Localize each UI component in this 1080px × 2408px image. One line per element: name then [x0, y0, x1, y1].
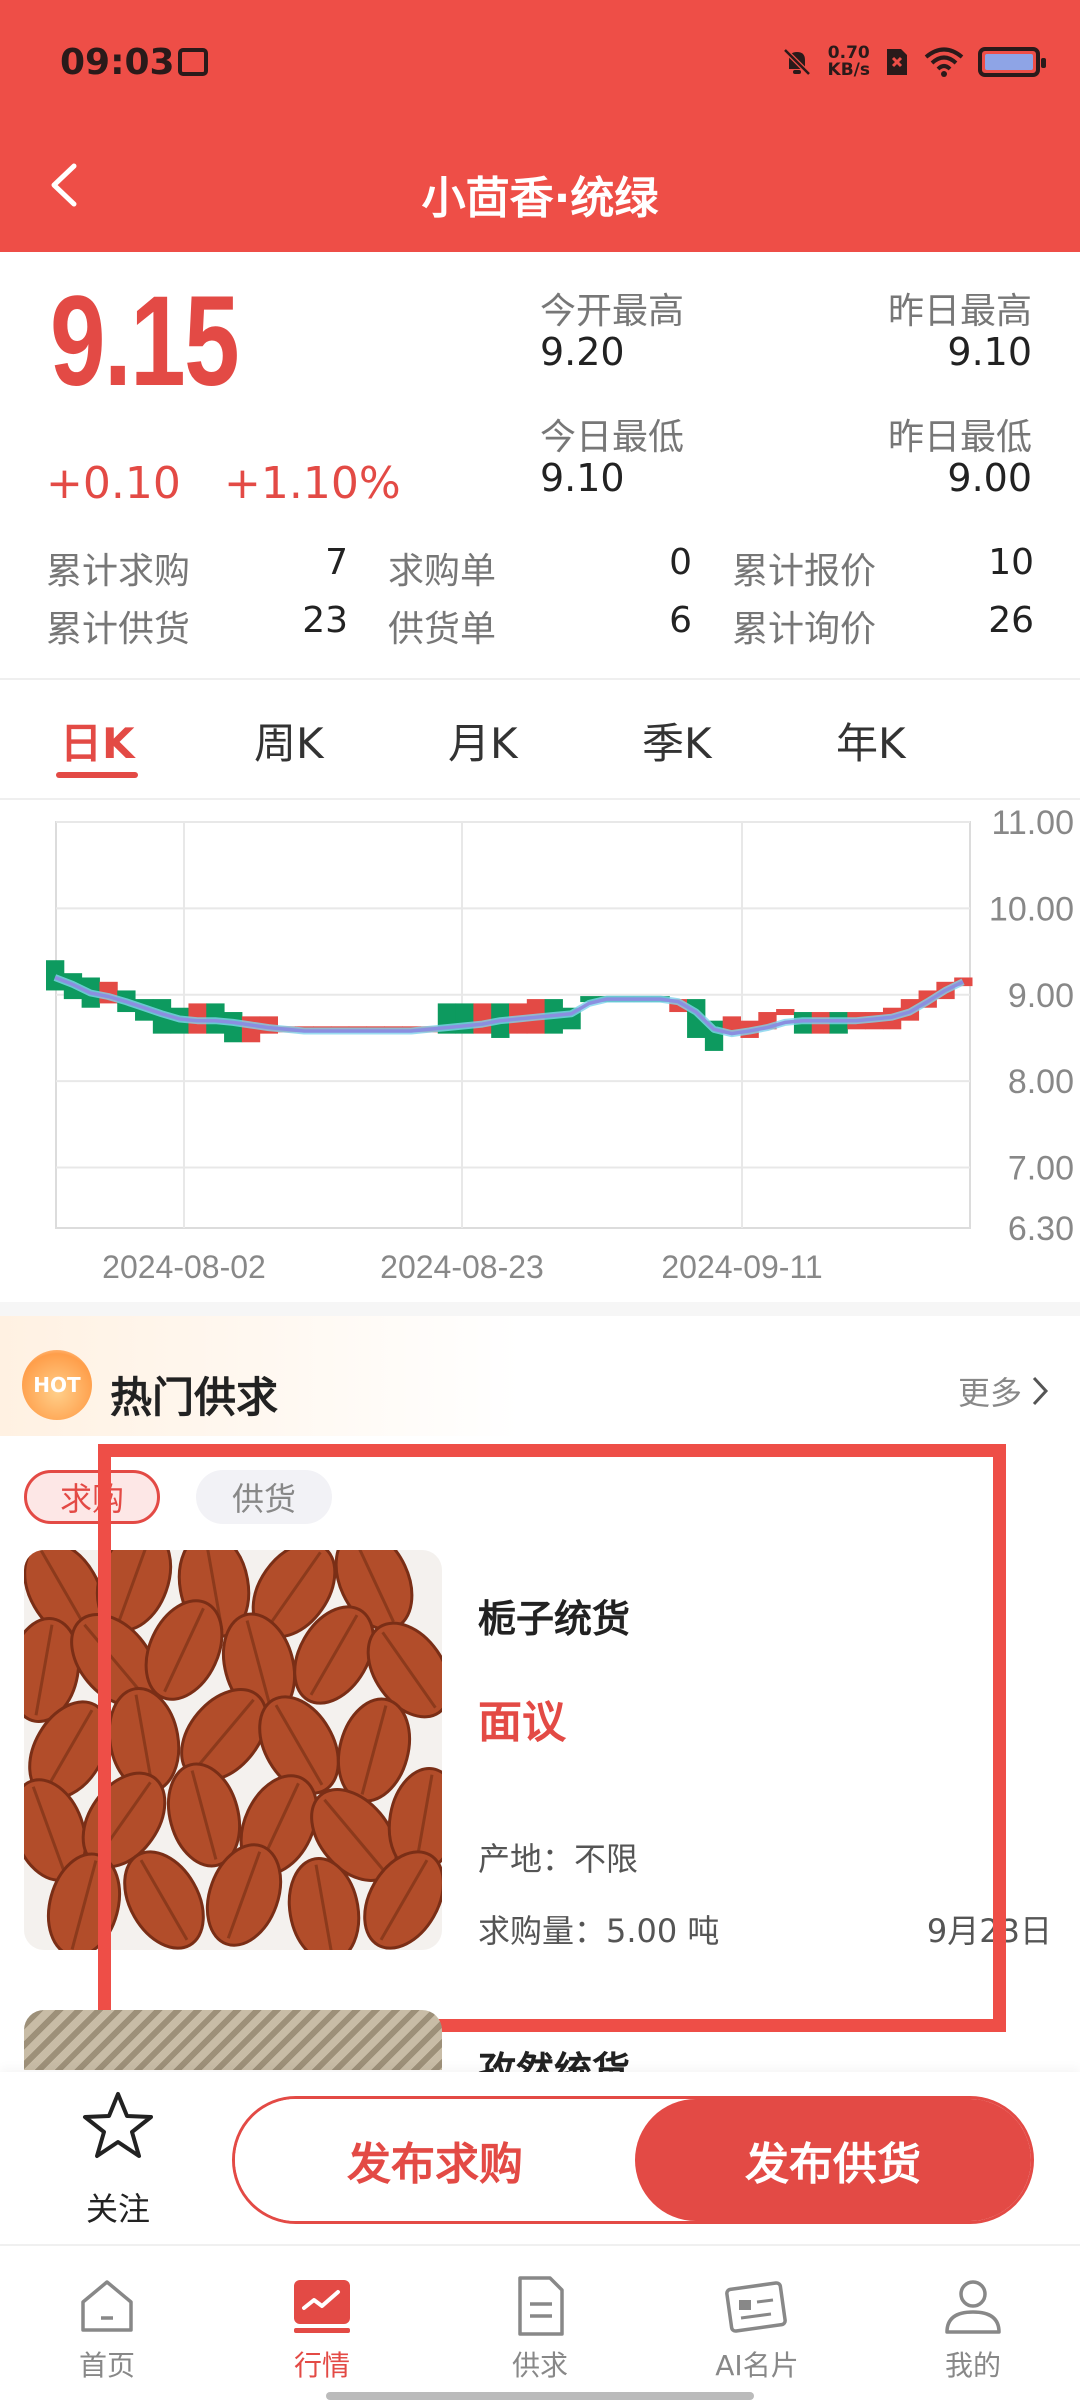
follow-label: 关注 — [85, 2190, 150, 2228]
tab-quarterly-k[interactable]: 季K — [642, 710, 712, 771]
counter-label: 累计供货 — [46, 609, 191, 650]
tab-label: 行情 — [293, 2349, 350, 2382]
home-indicator — [326, 2392, 754, 2400]
yesterday-low-value: 9.00 — [947, 456, 1032, 500]
more-link[interactable]: 更多 — [958, 1368, 1050, 1414]
today-low-value: 9.10 — [540, 456, 625, 500]
y-tick-label: 11.00 — [991, 804, 1074, 842]
section-gap — [0, 1302, 1080, 1316]
tab-label: 首页 — [78, 2349, 135, 2382]
y-tick-label: 6.30 — [1008, 1210, 1074, 1248]
page-title: 小茴香·统绿 — [421, 173, 659, 224]
y-tick-label: 8.00 — [1008, 1063, 1074, 1101]
tab-label: 供求 — [511, 2349, 568, 2382]
counter-value: 10 — [988, 542, 1034, 583]
counter-label: 累计报价 — [732, 551, 877, 592]
tab-market[interactable]: 行情 — [247, 2246, 397, 2408]
today-high-value: 9.20 — [540, 330, 625, 374]
candle — [473, 1003, 492, 1034]
star-icon — [83, 2092, 153, 2158]
yesterday-high-label: 昨日最高 — [887, 291, 1032, 332]
tab-supply-demand[interactable]: 供求 — [465, 2246, 615, 2408]
post-supply-button[interactable]: 发布供货 — [635, 2099, 1031, 2221]
yesterday-high-value: 9.10 — [947, 330, 1032, 374]
counter-label: 供货单 — [388, 609, 497, 650]
next-product-image[interactable] — [24, 2010, 442, 2070]
x-tick-label: 2024-08-02 — [102, 1249, 266, 1285]
next-listing-name[interactable]: 孜然统货 — [478, 2040, 630, 2076]
status-time: 09:03 — [60, 42, 175, 83]
calendar-notification-icon — [178, 48, 208, 76]
hot-flame-icon: HOT — [22, 1350, 92, 1420]
y-tick-label: 7.00 — [1008, 1150, 1074, 1188]
yesterday-low-label: 昨日最低 — [887, 417, 1032, 458]
highlight-annotation-box — [98, 1444, 1006, 2032]
tab-weekly-k[interactable]: 周K — [254, 710, 324, 771]
market-chart-icon — [294, 2280, 350, 2333]
candle — [224, 1012, 243, 1043]
tab-daily-k[interactable]: 日K — [60, 710, 135, 771]
counter-value: 7 — [325, 542, 348, 583]
net-speed-unit: KB/s — [827, 60, 870, 80]
document-icon — [518, 2276, 564, 2336]
candle — [46, 960, 65, 991]
follow-button[interactable] — [68, 2088, 168, 2168]
profile-icon — [945, 2280, 1001, 2334]
counter-label: 累计询价 — [732, 609, 877, 650]
counter-label: 累计求购 — [46, 551, 191, 592]
sim-off-icon — [887, 49, 907, 75]
y-axis-ticks: 11.00 10.00 9.00 8.00 7.00 6.30 — [989, 804, 1074, 1248]
tab-label: AI名片 — [715, 2349, 799, 2382]
counter-value: 23 — [302, 600, 348, 641]
app-header: 09:03 0.70 KB/s 小茴香·统绿 — [0, 0, 1080, 252]
tab-ai-card[interactable]: AI名片 — [682, 2246, 832, 2408]
counter-value: 0 — [669, 542, 692, 583]
k-line-chart[interactable]: 11.0010.009.008.007.006.30 2024-08-02 202… — [0, 800, 1080, 1300]
tab-yearly-k[interactable]: 年K — [836, 710, 906, 771]
post-button-group: 发布求购 发布供货 — [232, 2096, 1034, 2224]
hot-section-title: 热门供求 — [110, 1373, 279, 1422]
net-speed: 0.70 KB/s — [828, 45, 870, 79]
bottom-tab-bar: 首页 行情 供求 AI名片 我的 — [0, 2244, 1080, 2408]
today-high-label: 今开最高 — [540, 291, 685, 332]
y-tick-label: 10.00 — [989, 890, 1074, 928]
active-tab-indicator — [56, 772, 138, 778]
tab-home[interactable]: 首页 — [32, 2246, 182, 2408]
divider — [0, 678, 1080, 680]
tab-profile[interactable]: 我的 — [898, 2246, 1048, 2408]
counter-value: 6 — [669, 600, 692, 641]
today-low-label: 今日最低 — [540, 417, 685, 458]
tab-label: 我的 — [944, 2349, 1001, 2382]
price-change: +0.10 — [46, 458, 181, 509]
counter-value: 26 — [988, 600, 1034, 641]
battery-icon — [978, 47, 1046, 77]
more-label: 更多 — [957, 1374, 1022, 1412]
wifi-icon — [924, 47, 964, 77]
price-change-percent: +1.10% — [224, 458, 401, 509]
x-axis-ticks: 2024-08-02 2024-08-23 2024-09-11 — [102, 1249, 823, 1285]
mute-bell-icon — [782, 48, 811, 76]
status-icons: 0.70 KB/s — [780, 42, 1046, 82]
y-tick-label: 9.00 — [1008, 977, 1074, 1015]
candle — [776, 1009, 795, 1016]
business-card-icon — [725, 2281, 787, 2333]
x-tick-label: 2024-09-11 — [661, 1249, 822, 1285]
home-icon — [81, 2280, 133, 2332]
current-price: 9.15 — [50, 270, 240, 413]
x-tick-label: 2024-08-23 — [380, 1249, 544, 1285]
counter-label: 求购单 — [388, 551, 497, 592]
tab-monthly-k[interactable]: 月K — [448, 710, 518, 771]
chevron-right-icon — [1032, 1376, 1049, 1406]
post-demand-button[interactable]: 发布求购 — [235, 2099, 635, 2221]
